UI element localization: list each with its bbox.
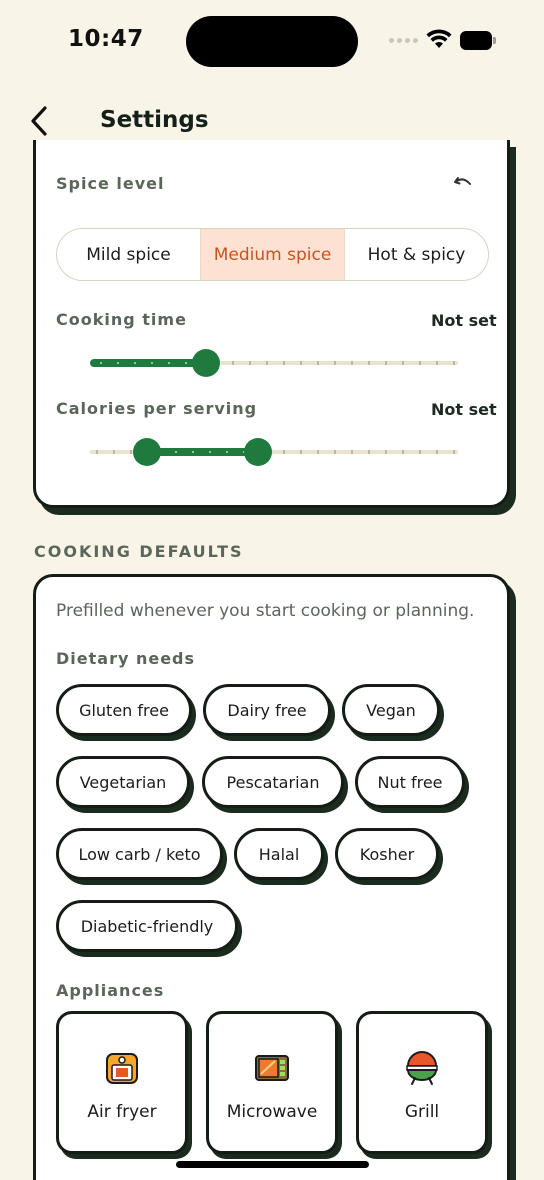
- microwave-icon: [255, 1055, 289, 1081]
- calories-max-thumb[interactable]: [244, 438, 272, 466]
- appliance-grill-label: Grill: [404, 1102, 440, 1122]
- spice-option-hot[interactable]: Hot & spicy: [345, 229, 488, 280]
- status-bar: 10:47: [0, 0, 544, 82]
- appliance-air-fryer-label: Air fryer: [87, 1102, 157, 1122]
- appliance-microwave-label: Microwave: [226, 1102, 318, 1122]
- spice-option-mild[interactable]: Mild spice: [57, 229, 200, 280]
- home-indicator: [176, 1161, 369, 1168]
- cooking-defaults-heading: COOKING DEFAULTS: [34, 542, 244, 561]
- appliance-microwave[interactable]: Microwave: [206, 1011, 338, 1154]
- spice-segmented-control: Mild spice Medium spice Hot & spicy: [56, 228, 489, 281]
- spice-level-label: Spice level: [56, 174, 165, 193]
- cooking-time-fill: [90, 359, 208, 367]
- page-title: Settings: [100, 107, 209, 133]
- dynamic-island: [186, 16, 358, 67]
- appliance-air-fryer[interactable]: Air fryer: [56, 1011, 188, 1154]
- chip-halal[interactable]: Halal: [234, 828, 324, 880]
- undo-icon[interactable]: [452, 172, 474, 194]
- cooking-time-label: Cooking time: [56, 310, 187, 329]
- chip-vegetarian[interactable]: Vegetarian: [56, 756, 190, 808]
- cooking-defaults-helper: Prefilled whenever you start cooking or …: [56, 601, 475, 621]
- calories-min-thumb[interactable]: [133, 438, 161, 466]
- chip-low-carb-keto[interactable]: Low carb / keto: [56, 828, 223, 880]
- chip-vegan[interactable]: Vegan: [342, 684, 440, 736]
- appliances-label: Appliances: [56, 981, 165, 1000]
- calories-range-slider[interactable]: [90, 437, 458, 467]
- dietary-needs-label: Dietary needs: [56, 649, 196, 668]
- battery-icon: [460, 31, 496, 50]
- chip-dairy-free[interactable]: Dairy free: [203, 684, 331, 736]
- cooking-time-slider[interactable]: [90, 348, 458, 378]
- chip-kosher[interactable]: Kosher: [335, 828, 439, 880]
- spice-option-medium[interactable]: Medium spice: [200, 229, 345, 280]
- cooking-defaults-card: Prefilled whenever you start cooking or …: [33, 574, 510, 1180]
- chip-nut-free[interactable]: Nut free: [355, 756, 465, 808]
- appliance-grill[interactable]: Grill: [356, 1011, 488, 1154]
- cooking-time-value: Not set: [431, 311, 497, 330]
- chip-gluten-free[interactable]: Gluten free: [56, 684, 192, 736]
- grill-icon: [406, 1051, 438, 1085]
- preferences-card: Spice level Mild spice Medium spice Hot …: [33, 140, 510, 508]
- chip-pescatarian[interactable]: Pescatarian: [202, 756, 344, 808]
- calories-value: Not set: [431, 400, 497, 419]
- cooking-time-thumb[interactable]: [192, 349, 220, 377]
- back-chevron-icon[interactable]: [26, 103, 54, 139]
- air-fryer-icon: [106, 1053, 138, 1084]
- status-time: 10:47: [68, 26, 144, 52]
- cellular-signal-icon: [389, 38, 418, 43]
- wifi-icon: [426, 29, 452, 48]
- chip-diabetic-friendly[interactable]: Diabetic-friendly: [56, 900, 238, 952]
- calories-label: Calories per serving: [56, 399, 258, 418]
